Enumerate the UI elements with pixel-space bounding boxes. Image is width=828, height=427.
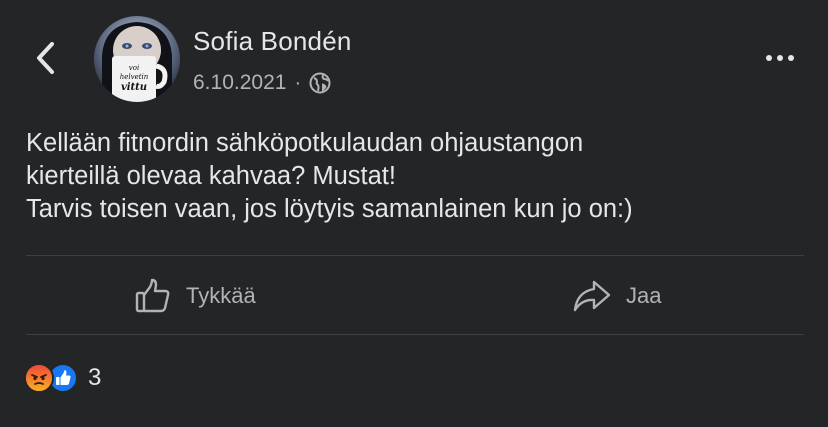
avatar-image: voi helvetin vittu (94, 16, 180, 102)
mug-text-line-1: voi (129, 64, 139, 72)
mug-text-line-3: vittu (121, 82, 147, 93)
share-label: Jaa (626, 283, 662, 308)
post-body: Kellään fitnordin sähköpotkulaudan ohjau… (26, 127, 806, 226)
angry-reaction-icon (24, 363, 54, 393)
divider (26, 255, 804, 256)
post-text-line: kierteillä olevaa kahvaa? Mustat! (26, 162, 396, 190)
avatar[interactable]: voi helvetin vittu (94, 16, 180, 102)
share-arrow-icon (573, 280, 611, 312)
author-name[interactable]: Sofia Bondén (193, 26, 352, 57)
post-text-line: Tarvis toisen vaan, jos löytyis samanlai… (26, 195, 633, 223)
more-dot (788, 55, 794, 61)
post-date[interactable]: 6.10.2021 (193, 71, 286, 95)
more-options-button[interactable] (760, 44, 800, 72)
like-button[interactable]: Tykkää (134, 270, 256, 322)
like-label: Tykkää (186, 283, 256, 308)
post-page: voi helvetin vittu Sofia Bondén 6.10.202… (0, 0, 828, 427)
mug-text-line-2: helvetin (120, 73, 149, 81)
chevron-left-icon (37, 42, 54, 74)
reaction-count: 3 (88, 364, 102, 391)
globe-icon (309, 72, 331, 94)
share-button[interactable]: Jaa (572, 270, 661, 322)
divider (26, 334, 804, 335)
more-horizontal-icon (766, 55, 772, 61)
post-text-line: Kellään fitnordin sähköpotkulaudan ohjau… (26, 129, 584, 157)
back-button[interactable] (30, 36, 62, 80)
reactions-summary[interactable]: 3 (24, 360, 101, 396)
post-meta: 6.10.2021 · (193, 68, 331, 98)
more-dot (777, 55, 783, 61)
thumbs-up-outline-icon (135, 278, 170, 313)
meta-separator: · (294, 71, 302, 94)
